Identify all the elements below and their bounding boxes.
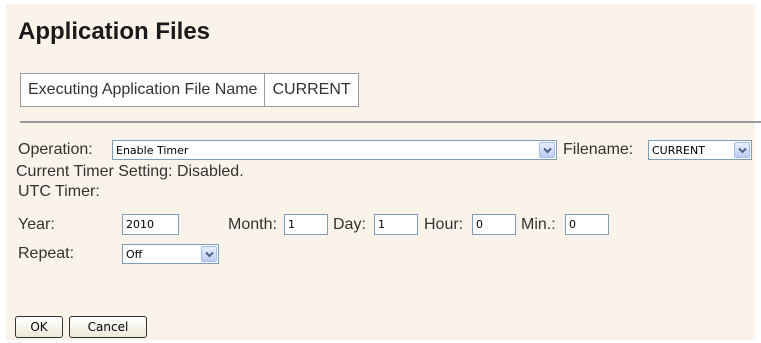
executing-file-label: Executing Application File Name	[19, 73, 266, 107]
chevron-down-icon	[738, 147, 747, 154]
filename-select[interactable]: CURRENT	[648, 140, 752, 160]
page-title: Application Files	[18, 18, 211, 45]
month-input[interactable]: 1	[284, 214, 328, 235]
repeat-label: Repeat:	[18, 245, 75, 262]
ok-button[interactable]: OK	[15, 316, 63, 338]
filename-label: Filename:	[563, 141, 634, 158]
filename-dropdown-button[interactable]	[734, 142, 750, 158]
year-input[interactable]: 2010	[122, 214, 179, 235]
operation-dropdown-button[interactable]	[539, 142, 555, 158]
operation-select[interactable]: Enable Timer	[112, 140, 557, 160]
chevron-down-icon	[205, 251, 214, 258]
min-label: Min.:	[521, 216, 556, 233]
cancel-button[interactable]: Cancel	[69, 316, 147, 338]
content-panel: Application Files Executing Application …	[6, 4, 761, 340]
hour-label: Hour:	[424, 216, 464, 233]
hour-input[interactable]: 0	[472, 214, 516, 235]
filename-selected-value: CURRENT	[652, 144, 705, 157]
repeat-dropdown-button[interactable]	[201, 246, 217, 262]
min-input[interactable]: 0	[565, 214, 609, 235]
executing-file-value: CURRENT	[264, 73, 359, 107]
year-label: Year:	[18, 216, 55, 233]
chevron-down-icon	[543, 147, 552, 154]
month-label: Month:	[228, 216, 277, 233]
current-timer-setting: Current Timer Setting: Disabled.	[16, 163, 244, 180]
day-input[interactable]: 1	[374, 214, 418, 235]
operation-label: Operation:	[18, 141, 93, 158]
divider	[20, 121, 761, 123]
repeat-selected-value: Off	[126, 248, 143, 261]
operation-selected-value: Enable Timer	[116, 144, 189, 157]
utc-timer-label: UTC Timer:	[18, 183, 100, 200]
day-label: Day:	[333, 216, 366, 233]
executing-file-row: Executing Application File Name CURRENT	[19, 73, 359, 107]
repeat-select[interactable]: Off	[122, 244, 219, 264]
executing-file-table: Executing Application File Name CURRENT	[19, 73, 359, 107]
